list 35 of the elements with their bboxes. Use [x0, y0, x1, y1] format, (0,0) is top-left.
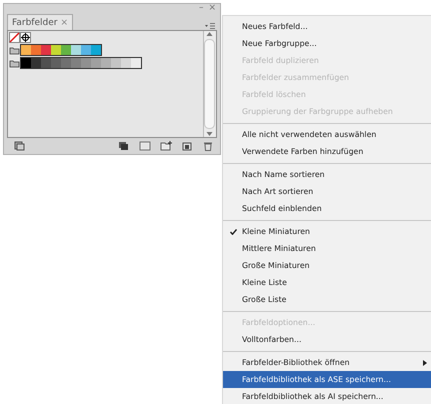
new-folder-icon[interactable]: [160, 141, 172, 151]
none-swatch[interactable]: [9, 32, 20, 43]
color-swatch[interactable]: [91, 45, 101, 55]
color-swatch[interactable]: [81, 45, 91, 55]
color-swatch[interactable]: [31, 45, 41, 55]
color-swatch[interactable]: [51, 58, 61, 68]
color-swatch[interactable]: [71, 45, 81, 55]
color-swatch[interactable]: [91, 58, 101, 68]
color-swatch[interactable]: [61, 58, 71, 68]
folder-icon: [9, 58, 20, 68]
color-swatch[interactable]: [81, 58, 91, 68]
panel-tab[interactable]: Farbfelder ×: [7, 14, 73, 30]
new-swatch-icon[interactable]: [180, 141, 193, 151]
scroll-up-icon[interactable]: [206, 31, 214, 37]
color-swatch[interactable]: [61, 45, 71, 55]
swatch-stack-icon[interactable]: [118, 141, 130, 151]
panel-menu-icon[interactable]: [204, 21, 216, 30]
color-swatch[interactable]: [41, 45, 51, 55]
scrollbar[interactable]: [202, 31, 216, 137]
swatch-options-icon[interactable]: [138, 141, 151, 151]
color-swatch[interactable]: [21, 45, 31, 55]
folder-icon: [9, 46, 20, 54]
color-swatch[interactable]: [131, 58, 141, 68]
color-swatch[interactable]: [41, 58, 51, 68]
registration-swatch[interactable]: [20, 32, 31, 43]
color-swatch[interactable]: [31, 58, 41, 68]
color-swatch[interactable]: [121, 58, 131, 68]
color-swatch[interactable]: [21, 58, 31, 68]
trash-icon[interactable]: [202, 141, 214, 151]
color-swatch[interactable]: [51, 45, 61, 55]
scroll-down-icon[interactable]: [206, 131, 214, 137]
color-swatch[interactable]: [71, 58, 81, 68]
color-swatch[interactable]: [101, 58, 111, 68]
library-icon[interactable]: [14, 141, 26, 151]
color-swatch[interactable]: [111, 58, 121, 68]
